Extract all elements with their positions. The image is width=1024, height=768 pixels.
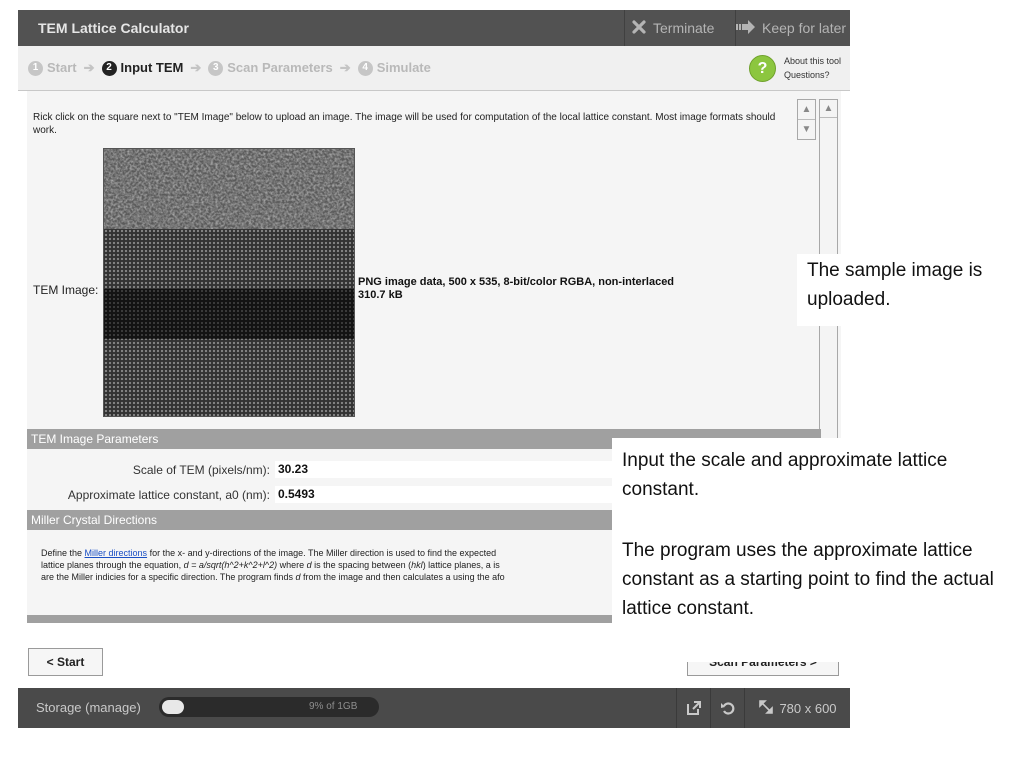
step-label: Input TEM xyxy=(120,60,184,75)
storage-meter: 9% of 1GB xyxy=(159,697,379,717)
step-label: Simulate xyxy=(376,60,431,75)
image-file-info: PNG image data, 500 x 535, 8-bit/color R… xyxy=(358,276,674,302)
step-simulate[interactable]: 4 Simulate xyxy=(357,46,431,90)
questions-link[interactable]: Questions? xyxy=(784,68,841,82)
about-tool-link[interactable]: About this tool xyxy=(784,54,841,68)
step-label: Scan Parameters xyxy=(227,60,333,75)
miller-text: is the spacing between ( xyxy=(311,560,412,570)
lattice-constant-label: Approximate lattice constant, a0 (nm): xyxy=(67,488,270,502)
callout-input-scale: Input the scale and approximate lattice … xyxy=(612,438,980,516)
miller-text: from the image and then calculates a usi… xyxy=(300,572,505,582)
terminate-label: Terminate xyxy=(653,20,715,36)
upload-instructions: Rick click on the square next to "TEM Im… xyxy=(33,112,776,136)
title-bar: TEM Lattice Calculator Terminate Keep fo… xyxy=(18,10,850,46)
storage-manage-link[interactable]: Storage (manage) xyxy=(36,688,141,728)
scale-label: Scale of TEM (pixels/nm): xyxy=(132,463,270,477)
window-size-button[interactable]: 780 x 600 xyxy=(744,688,851,728)
callout-starting-point: The program uses the approximate lattice… xyxy=(612,508,1020,662)
tem-image[interactable] xyxy=(103,148,355,417)
step-number: 4 xyxy=(357,60,373,76)
resize-icon xyxy=(759,699,774,717)
help-question-icon[interactable]: ? xyxy=(749,55,776,82)
step-arrow-icon: ➔ xyxy=(190,60,202,75)
image-format-text: PNG image data, 500 x 535, 8-bit/color R… xyxy=(358,276,675,288)
arrow-right-icon xyxy=(736,19,756,37)
miller-text: lattice planes through the equation, xyxy=(41,560,184,570)
miller-var: hkl xyxy=(411,560,423,570)
step-number: 2 xyxy=(101,60,117,76)
step-number: 3 xyxy=(208,60,224,76)
back-start-button[interactable]: < Start xyxy=(28,648,103,676)
miller-directions-link[interactable]: Miller directions xyxy=(85,548,148,558)
step-number: 1 xyxy=(28,60,43,76)
terminate-button[interactable]: Terminate xyxy=(624,10,736,46)
miller-text: where xyxy=(277,560,307,570)
storage-percent: 9% of 1GB xyxy=(309,701,358,712)
callout-image-uploaded: The sample image is uploaded. xyxy=(797,254,1024,326)
lattice-constant-input[interactable]: 0.5493 xyxy=(275,486,618,503)
close-x-icon xyxy=(631,19,647,38)
tem-image-label: TEM Image: xyxy=(33,283,99,297)
scroll-up-icon[interactable]: ▲ xyxy=(820,100,837,118)
wizard-step-bar: 1 Start ➔ 2 Input TEM ➔ 3 Scan Parameter… xyxy=(18,46,850,91)
step-input-tem[interactable]: 2 Input TEM xyxy=(101,46,184,90)
storage-meter-fill xyxy=(162,700,184,714)
step-scan-parameters[interactable]: 3 Scan Parameters xyxy=(208,46,333,90)
window-size-text: 780 x 600 xyxy=(779,700,837,716)
image-size-text: 310.7 kB xyxy=(358,289,403,301)
keep-for-later-button[interactable]: Keep for later xyxy=(732,10,854,46)
status-bar: Storage (manage) 9% of 1GB 780 x 600 xyxy=(18,688,850,728)
step-label: Start xyxy=(47,60,77,75)
miller-text: are the Miller indicies for a specific d… xyxy=(41,572,296,582)
miller-text: Define the xyxy=(41,548,85,558)
step-arrow-icon: ➔ xyxy=(339,60,351,75)
spin-down-icon[interactable]: ▼ xyxy=(798,120,815,139)
keep-for-later-label: Keep for later xyxy=(762,20,847,36)
scale-input[interactable]: 30.23 xyxy=(275,461,618,478)
miller-text: ) lattice planes, a is xyxy=(422,560,500,570)
wizard-steps: 1 Start ➔ 2 Input TEM ➔ 3 Scan Parameter… xyxy=(28,46,431,90)
spin-up-icon[interactable]: ▲ xyxy=(798,100,815,120)
app-title: TEM Lattice Calculator xyxy=(38,20,189,36)
popout-icon[interactable] xyxy=(676,688,711,728)
step-start[interactable]: 1 Start xyxy=(28,46,77,90)
miller-equation: d = a/sqrt(h^2+k^2+l^2) xyxy=(183,560,278,570)
miller-text: for the x- and y-directions of the image… xyxy=(147,548,497,558)
help-links: About this tool Questions? xyxy=(784,54,841,82)
step-arrow-icon: ➔ xyxy=(83,60,95,75)
reset-icon[interactable] xyxy=(710,688,745,728)
textarea-spinner[interactable]: ▲ ▼ xyxy=(797,99,816,140)
